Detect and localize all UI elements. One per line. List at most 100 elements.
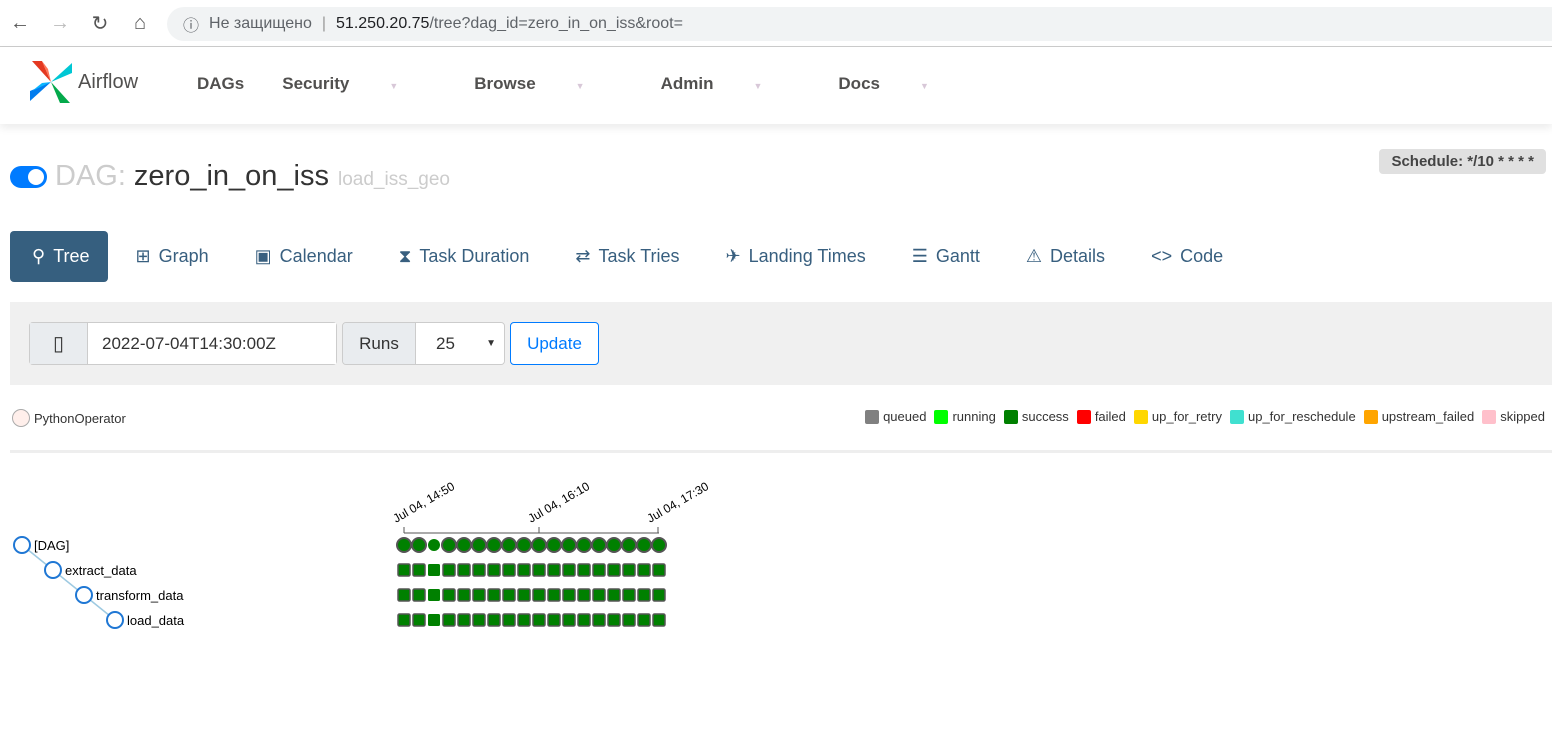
home-icon[interactable]: ⌂ bbox=[130, 12, 150, 35]
task-instance-square[interactable] bbox=[562, 588, 576, 602]
task-instance-square[interactable] bbox=[607, 588, 621, 602]
task-instance-square[interactable] bbox=[457, 563, 471, 577]
dag-run-circle[interactable] bbox=[576, 537, 592, 553]
tab-calendar[interactable]: ▣ Calendar bbox=[233, 231, 371, 282]
tab-task-tries[interactable]: ⇄ Task Tries bbox=[553, 231, 697, 282]
task-instance-square[interactable] bbox=[547, 613, 561, 627]
dag-run-circle[interactable] bbox=[428, 539, 440, 551]
task-instance-square[interactable] bbox=[487, 588, 501, 602]
dag-run-circle[interactable] bbox=[546, 537, 562, 553]
task-instance-square[interactable] bbox=[502, 613, 516, 627]
task-instance-square[interactable] bbox=[502, 588, 516, 602]
dag-run-circle[interactable] bbox=[411, 537, 427, 553]
task-instance-square[interactable] bbox=[412, 563, 426, 577]
task-instance-square[interactable] bbox=[592, 588, 606, 602]
dag-run-circle[interactable] bbox=[456, 537, 472, 553]
task-instance-square[interactable] bbox=[397, 613, 411, 627]
task-instance-square[interactable] bbox=[547, 588, 561, 602]
task-instance-square[interactable] bbox=[472, 563, 486, 577]
dag-run-circle[interactable] bbox=[561, 537, 577, 553]
task-instance-square[interactable] bbox=[412, 588, 426, 602]
address-bar[interactable]: ⓘ Не защищено | 51.250.20.75 /tree?dag_i… bbox=[167, 7, 1552, 41]
tree-node-circle[interactable] bbox=[75, 586, 93, 604]
task-instance-square[interactable] bbox=[637, 563, 651, 577]
task-instance-square[interactable] bbox=[532, 613, 546, 627]
task-instance-square[interactable] bbox=[592, 613, 606, 627]
task-instance-square[interactable] bbox=[637, 613, 651, 627]
task-instance-square[interactable] bbox=[502, 563, 516, 577]
dag-run-circle[interactable] bbox=[606, 537, 622, 553]
runs-select[interactable]: 25 ▼ bbox=[416, 323, 504, 364]
nav-docs[interactable]: Docs ▼ bbox=[838, 74, 967, 94]
task-instance-square[interactable] bbox=[562, 563, 576, 577]
task-instance-square[interactable] bbox=[577, 613, 591, 627]
task-instance-square[interactable] bbox=[442, 563, 456, 577]
task-instance-square[interactable] bbox=[577, 588, 591, 602]
tree-node-label[interactable]: load_data bbox=[127, 613, 185, 628]
nav-dags[interactable]: DAGs bbox=[197, 74, 244, 94]
update-button[interactable]: Update bbox=[510, 322, 599, 365]
tab-code[interactable]: <> Code bbox=[1129, 231, 1241, 282]
task-instance-square[interactable] bbox=[517, 613, 531, 627]
reload-icon[interactable]: ↻ bbox=[90, 11, 110, 36]
task-instance-square[interactable] bbox=[442, 613, 456, 627]
dag-run-circle[interactable] bbox=[591, 537, 607, 553]
task-instance-square[interactable] bbox=[472, 588, 486, 602]
task-instance-square[interactable] bbox=[532, 588, 546, 602]
task-instance-square[interactable] bbox=[622, 588, 636, 602]
dag-run-circle[interactable] bbox=[651, 537, 667, 553]
task-instance-square[interactable] bbox=[607, 613, 621, 627]
task-instance-square[interactable] bbox=[547, 563, 561, 577]
task-instance-square[interactable] bbox=[472, 613, 486, 627]
dag-run-circle[interactable] bbox=[516, 537, 532, 553]
task-instance-square[interactable] bbox=[652, 588, 666, 602]
task-instance-square[interactable] bbox=[397, 588, 411, 602]
task-instance-square[interactable] bbox=[428, 614, 440, 626]
dag-run-circle[interactable] bbox=[636, 537, 652, 553]
task-instance-square[interactable] bbox=[397, 563, 411, 577]
task-instance-square[interactable] bbox=[487, 613, 501, 627]
dag-run-circle[interactable] bbox=[486, 537, 502, 553]
task-instance-square[interactable] bbox=[562, 613, 576, 627]
back-icon[interactable]: ← bbox=[10, 12, 30, 35]
task-instance-square[interactable] bbox=[622, 563, 636, 577]
tree-node-circle[interactable] bbox=[106, 611, 124, 629]
calendar-icon[interactable]: ▯ bbox=[30, 323, 88, 364]
task-instance-square[interactable] bbox=[428, 589, 440, 601]
dag-run-circle[interactable] bbox=[621, 537, 637, 553]
airflow-logo[interactable]: Airflow bbox=[28, 59, 138, 105]
base-date-input[interactable]: 2022-07-04T14:30:00Z bbox=[88, 323, 336, 364]
tab-graph[interactable]: ⊞ Graph bbox=[114, 231, 227, 282]
info-icon[interactable]: ⓘ bbox=[183, 12, 199, 36]
tree-node-circle[interactable] bbox=[13, 536, 31, 554]
tab-details[interactable]: ⚠ Details bbox=[1004, 231, 1123, 282]
task-instance-square[interactable] bbox=[428, 564, 440, 576]
tree-node-label[interactable]: transform_data bbox=[96, 588, 184, 603]
tab-gantt[interactable]: ☰ Gantt bbox=[890, 231, 998, 282]
dag-run-circle[interactable] bbox=[441, 537, 457, 553]
nav-security[interactable]: Security ▼ bbox=[282, 74, 436, 94]
task-instance-square[interactable] bbox=[652, 563, 666, 577]
tree-node-circle[interactable] bbox=[44, 561, 62, 579]
task-instance-square[interactable] bbox=[652, 613, 666, 627]
tab-task-duration[interactable]: ⧗ Task Duration bbox=[377, 231, 548, 282]
dag-run-circle[interactable] bbox=[471, 537, 487, 553]
forward-icon[interactable]: → bbox=[50, 12, 70, 35]
task-instance-square[interactable] bbox=[457, 588, 471, 602]
tree-node-label[interactable]: [DAG] bbox=[34, 538, 69, 553]
tab-tree[interactable]: ⚲ Tree bbox=[10, 231, 108, 282]
task-instance-square[interactable] bbox=[592, 563, 606, 577]
task-instance-square[interactable] bbox=[517, 588, 531, 602]
task-instance-square[interactable] bbox=[622, 613, 636, 627]
task-instance-square[interactable] bbox=[487, 563, 501, 577]
task-instance-square[interactable] bbox=[637, 588, 651, 602]
task-instance-square[interactable] bbox=[577, 563, 591, 577]
task-instance-square[interactable] bbox=[457, 613, 471, 627]
dag-run-circle[interactable] bbox=[501, 537, 517, 553]
task-instance-square[interactable] bbox=[412, 613, 426, 627]
task-instance-square[interactable] bbox=[442, 588, 456, 602]
task-instance-square[interactable] bbox=[517, 563, 531, 577]
tab-landing-times[interactable]: ✈ Landing Times bbox=[704, 231, 884, 282]
task-instance-square[interactable] bbox=[532, 563, 546, 577]
nav-admin[interactable]: Admin ▼ bbox=[661, 74, 801, 94]
